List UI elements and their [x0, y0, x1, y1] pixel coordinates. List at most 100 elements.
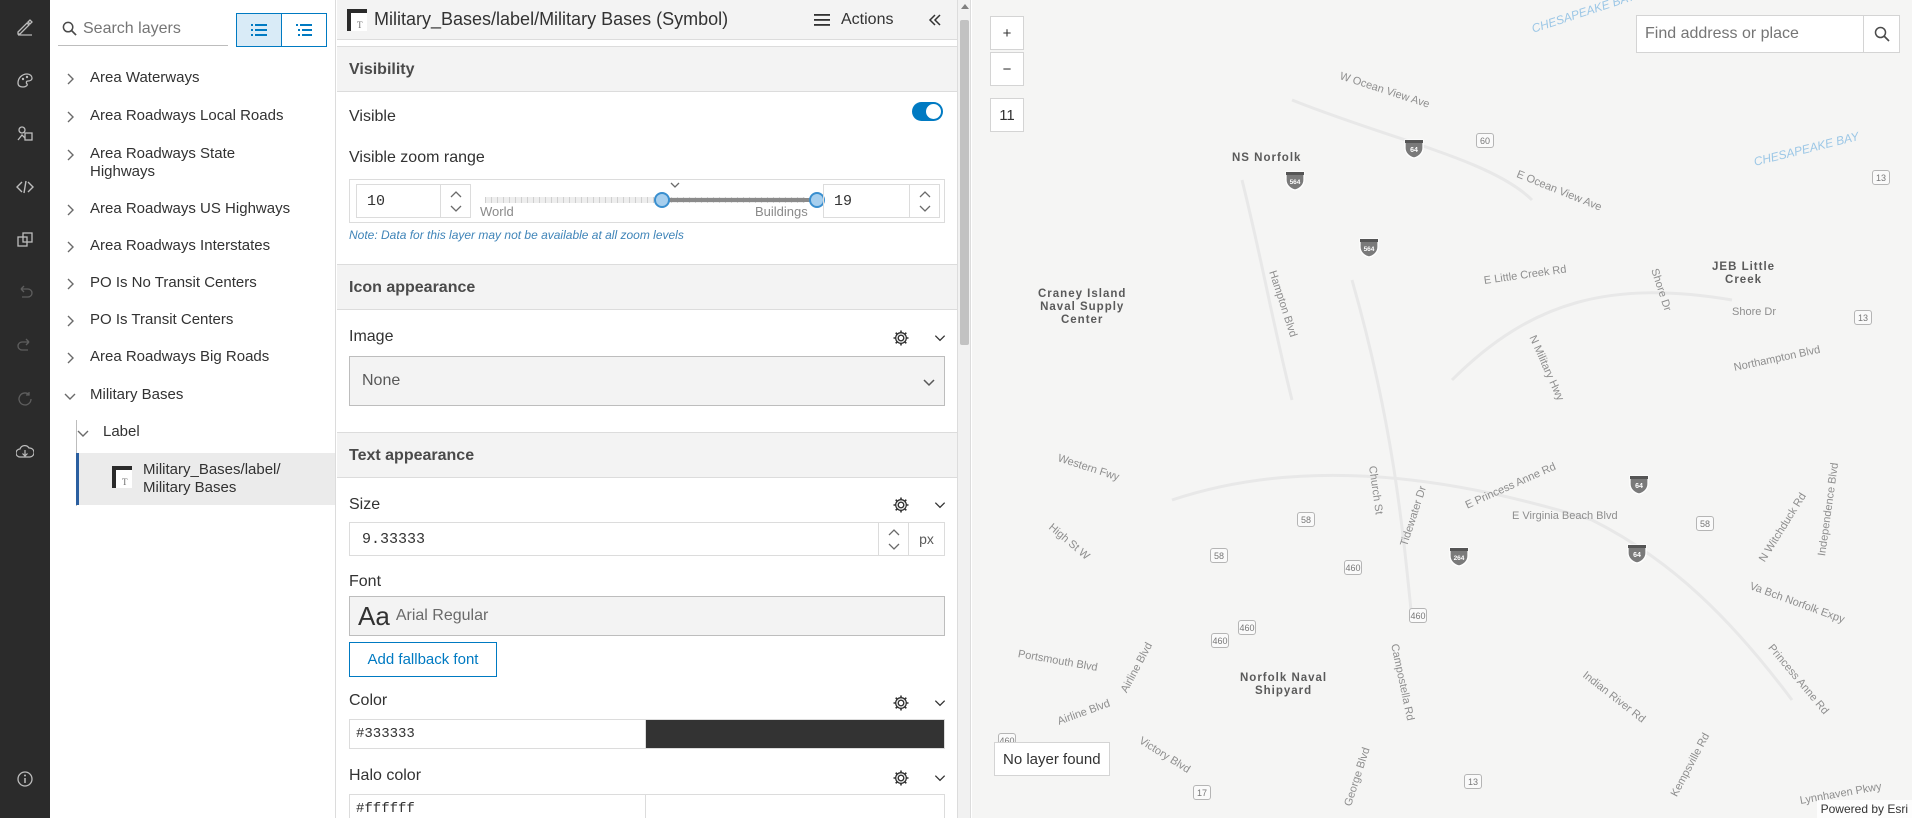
font-picker[interactable]: Aa Arial Regular [349, 596, 945, 636]
shield-number: 564 [1364, 246, 1375, 253]
layer-item-label: Area Roadways Interstates [90, 237, 271, 254]
chevron-right-icon[interactable] [62, 202, 78, 218]
properties-scrollbar[interactable] [957, 0, 971, 818]
layer-item[interactable]: Area Roadways Interstates [50, 237, 335, 255]
chevron-down-icon[interactable] [888, 543, 900, 551]
chevron-right-icon[interactable] [62, 276, 78, 292]
chevron-right-icon[interactable] [62, 109, 78, 125]
current-zoom-marker-icon [670, 182, 680, 188]
zoom-out-button[interactable]: − [990, 52, 1024, 86]
cloud-download-icon[interactable] [10, 437, 40, 467]
actions-button[interactable]: Actions [801, 5, 911, 35]
gear-icon[interactable] [892, 769, 910, 787]
layer-item[interactable]: Area Roadways State Highways [50, 145, 335, 181]
list-view-button[interactable] [236, 13, 282, 47]
chevron-down-icon[interactable] [75, 425, 91, 441]
layer-item[interactable]: PO Is No Transit Centers [50, 274, 335, 292]
layer-item[interactable]: PO Is Transit Centers [50, 311, 335, 329]
zoom-range-label: Visible zoom range [349, 149, 485, 166]
scroll-up-icon[interactable] [961, 4, 969, 9]
reset-icon[interactable] [10, 384, 40, 414]
map-view[interactable]: + − 11 CHESAPEAKE BAY CHESAPEAKE BAY NS … [972, 0, 1912, 818]
chevron-down-icon[interactable] [933, 331, 947, 345]
route-marker: 60 [1476, 133, 1494, 148]
route-marker: 13 [1872, 170, 1890, 185]
interstate-shield: 564 [1358, 236, 1380, 258]
place-label: JEB Little Creek [1712, 261, 1776, 286]
chevron-up-icon[interactable] [919, 190, 931, 198]
chevron-down-icon[interactable] [450, 205, 462, 213]
undo-icon[interactable] [10, 278, 40, 308]
color-input[interactable]: #333333 [349, 719, 945, 749]
halo-hex-value[interactable]: #ffffff [350, 795, 646, 818]
chevron-down-icon[interactable] [919, 205, 931, 213]
text-section-heading[interactable]: Text appearance [337, 432, 957, 478]
max-zoom-stepper[interactable] [909, 185, 939, 217]
visibility-section-heading[interactable]: Visibility [337, 46, 957, 92]
color-options [892, 692, 947, 714]
halo-swatch[interactable] [646, 795, 944, 818]
style-icon[interactable] [10, 65, 40, 95]
chevron-down-icon[interactable] [933, 771, 947, 785]
chevron-down-icon[interactable] [933, 696, 947, 710]
gear-icon[interactable] [892, 496, 910, 514]
map-roads [1171, 98, 1794, 701]
collapse-panel-button[interactable] [919, 5, 951, 35]
add-fallback-font-button[interactable]: Add fallback font [349, 642, 497, 677]
map-search[interactable] [1636, 15, 1900, 53]
edit-icon[interactable] [10, 12, 40, 42]
layer-item-military-bases[interactable]: Military Bases [50, 386, 335, 404]
size-input[interactable]: 9.33333 px [349, 522, 945, 556]
map-search-input[interactable] [1637, 25, 1857, 43]
map-search-button[interactable] [1863, 16, 1899, 52]
layer-item[interactable]: Area Waterways [50, 69, 335, 87]
layer-item-label-group[interactable]: Label [63, 423, 348, 441]
color-swatch[interactable] [646, 720, 944, 748]
route-marker: 460 [1211, 633, 1229, 648]
shield-number: 64 [1635, 483, 1643, 490]
visible-toggle[interactable] [912, 102, 943, 121]
gear-icon[interactable] [892, 329, 910, 347]
chevron-up-icon[interactable] [450, 190, 462, 198]
scrollbar-thumb[interactable] [960, 20, 969, 345]
layer-item-symbol-selected[interactable]: T Military_Bases/label/ Military Bases [76, 453, 335, 505]
icon-section-heading[interactable]: Icon appearance [337, 264, 957, 310]
layer-item[interactable]: Area Roadways Big Roads [50, 348, 335, 366]
interstate-shield: 64 [1626, 542, 1648, 564]
interstate-shield: 264 [1448, 545, 1470, 567]
color-hex-value[interactable]: #333333 [350, 720, 646, 748]
halo-color-input[interactable]: #ffffff [349, 794, 945, 818]
map-attribution[interactable]: Powered by Esri [1816, 800, 1912, 818]
redo-icon[interactable] [10, 331, 40, 361]
size-value: 9.33333 [362, 530, 426, 548]
layer-search[interactable] [58, 12, 228, 46]
no-layer-found-tooltip: No layer found [994, 742, 1110, 776]
chevron-right-icon[interactable] [62, 350, 78, 366]
min-zoom-stepper[interactable] [440, 185, 470, 217]
chevron-right-icon[interactable] [62, 313, 78, 329]
tree-view-button[interactable] [281, 13, 327, 47]
image-select[interactable]: None [349, 356, 945, 406]
layers-icon[interactable] [10, 118, 40, 148]
layer-search-input[interactable] [83, 19, 223, 38]
layer-item-label: Area Roadways Local Roads [90, 107, 284, 124]
chevron-right-icon[interactable] [62, 71, 78, 87]
duplicate-icon[interactable] [10, 225, 40, 255]
size-stepper[interactable] [878, 523, 908, 555]
chevron-right-icon[interactable] [62, 239, 78, 255]
halo-color-label: Halo color [349, 767, 422, 784]
code-icon[interactable] [10, 172, 40, 202]
max-zoom-input[interactable]: 19 [823, 184, 940, 218]
layer-item[interactable]: Area Roadways US Highways [50, 200, 335, 218]
chevron-down-icon [923, 379, 935, 387]
zoom-in-button[interactable]: + [990, 16, 1024, 50]
chevron-down-icon[interactable] [62, 388, 78, 404]
zoom-slider-min-handle[interactable] [654, 192, 670, 208]
chevron-down-icon[interactable] [933, 498, 947, 512]
gear-icon[interactable] [892, 694, 910, 712]
min-zoom-input[interactable]: 10 [356, 184, 471, 218]
chevron-right-icon[interactable] [62, 147, 78, 163]
info-icon[interactable] [10, 764, 40, 794]
layer-item[interactable]: Area Roadways Local Roads [50, 107, 335, 125]
chevron-up-icon[interactable] [888, 528, 900, 536]
